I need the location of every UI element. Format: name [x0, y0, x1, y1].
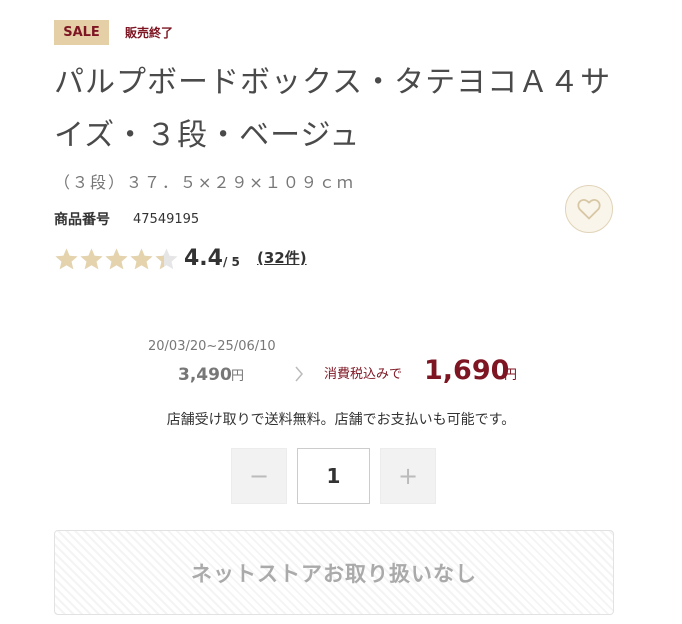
tax-included-label: 消費税込みで [324, 367, 403, 382]
rating-stars [54, 247, 179, 272]
product-size: （３段）３７．５×２９×１０９ｃｍ [54, 173, 355, 192]
star-icon [130, 248, 153, 270]
original-price: 3,490 [178, 365, 232, 385]
product-code-value: 47549195 [133, 212, 200, 227]
add-to-cart-button-disabled[interactable]: ネットストアお取り扱いなし [54, 530, 614, 615]
star-icon [55, 248, 78, 270]
star-icon [80, 248, 103, 270]
heart-icon [577, 199, 601, 220]
quantity-input[interactable] [297, 448, 370, 504]
star-icon [155, 248, 178, 270]
sale-period: 20/03/20~25/06/10 [148, 339, 276, 354]
favorite-button[interactable] [565, 185, 613, 233]
star-icon [105, 248, 128, 270]
sale-price-unit: 円 [504, 368, 518, 383]
review-count-link[interactable]: (32件) [257, 248, 307, 268]
sale-price: 1,690 [424, 355, 510, 386]
chevron-right-icon [294, 364, 304, 388]
quantity-decrease-button[interactable]: − [231, 448, 287, 504]
sold-out-label: 販売終了 [125, 26, 174, 40]
original-price-unit: 円 [231, 369, 245, 384]
sale-badge: SALE [54, 20, 109, 45]
product-code-label: 商品番号 [54, 212, 110, 228]
product-title: パルプボードボックス・タテヨコＡ４サイズ・３段・ベージュ [54, 65, 612, 153]
quantity-increase-button[interactable]: + [380, 448, 436, 504]
rating-value: 4.4 [184, 246, 223, 271]
store-pickup-note: 店舗受け取りで送料無料。店舗でお支払いも可能です。 [166, 412, 516, 428]
rating-max: / 5 [223, 255, 240, 269]
